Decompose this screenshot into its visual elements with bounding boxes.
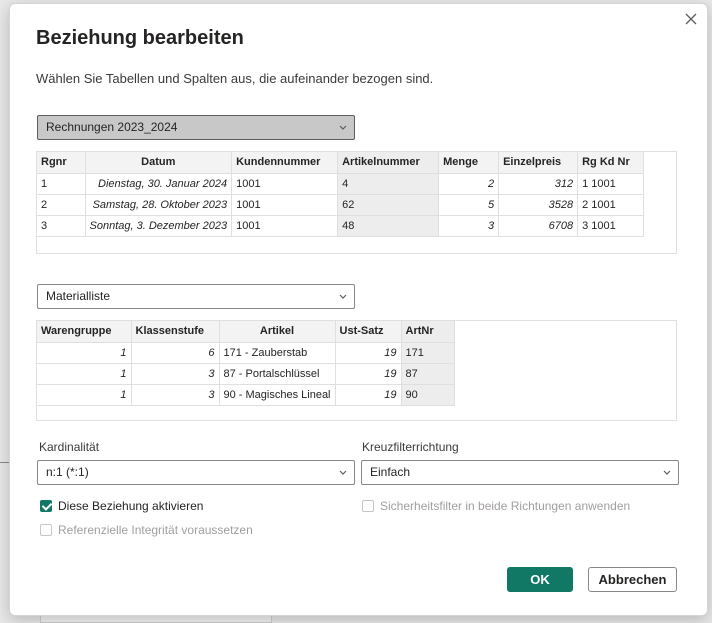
background-line [0,462,9,463]
cell: 171 [401,342,455,364]
column-header[interactable]: Ust-Satz [335,321,402,343]
column-header[interactable]: Einzelpreis [498,152,579,174]
chevron-down-icon [339,470,347,475]
table2-preview: Warengruppe Klassenstufe Artikel Ust-Sat… [36,320,677,421]
column-header[interactable]: Datum [85,152,233,174]
cell: 19 [335,384,402,406]
chevron-down-icon [339,125,347,130]
table-row: 3 Sonntag, 3. Dezember 2023 1001 48 3 67… [37,215,645,237]
cell: 2 [37,194,86,216]
cell: 4 [337,173,440,195]
cell: 1 [37,342,132,364]
cardinality-value: n:1 (*:1) [46,465,89,479]
cell: 1 [37,173,86,195]
cell: 90 - Magisches Lineal [219,384,336,406]
cardinality-dropdown[interactable]: n:1 (*:1) [37,460,355,485]
activate-label: Diese Beziehung aktivieren [58,499,204,513]
column-header[interactable]: Kundennummer [231,152,339,174]
activate-checkbox[interactable] [40,500,52,512]
cell: Samstag, 28. Oktober 2023 [85,194,233,216]
cell: 1001 [231,215,339,237]
chevron-down-icon [663,470,671,475]
cell: Dienstag, 30. Januar 2024 [85,173,233,195]
column-header[interactable]: Artikel [219,321,336,343]
ok-button[interactable]: OK [507,567,573,592]
table2-dropdown-value: Materialliste [46,289,111,303]
cell: 171 - Zauberstab [219,342,336,364]
cell: 87 [401,363,455,385]
referential-integrity-checkbox [40,524,52,536]
table1-header-row: Rgnr Datum Kundennummer Artikelnummer Me… [37,152,645,174]
cell: 1 [37,384,132,406]
cell: 312 [498,173,579,195]
referential-integrity-label: Referenzielle Integrität voraussetzen [58,523,253,537]
security-filter-option: Sicherheitsfilter in beide Richtungen an… [362,499,630,513]
cell: 19 [335,363,402,385]
cell: 2 1001 [577,194,645,216]
cell: 1 [37,363,132,385]
cell: 62 [337,194,440,216]
referential-integrity-option: Referenzielle Integrität voraussetzen [40,523,253,537]
column-header[interactable]: Menge [438,152,500,174]
cell: 3 [438,215,500,237]
table2-header-row: Warengruppe Klassenstufe Artikel Ust-Sat… [37,321,455,343]
table2-dropdown[interactable]: Materialliste [37,284,355,309]
edit-relationship-dialog: Beziehung bearbeiten Wählen Sie Tabellen… [9,3,708,616]
cell: 6 [131,342,220,364]
activate-relationship-option[interactable]: Diese Beziehung aktivieren [40,499,203,513]
crossfilter-dropdown[interactable]: Einfach [361,460,679,485]
cell: 2 [438,173,500,195]
table-row: 2 Samstag, 28. Oktober 2023 1001 62 5 35… [37,194,645,216]
cell: 90 [401,384,455,406]
cell: 3528 [498,194,579,216]
crossfilter-value: Einfach [370,465,411,479]
cell: 3 [37,215,86,237]
dialog-title: Beziehung bearbeiten [36,27,244,49]
table-row: 1 Dienstag, 30. Januar 2024 1001 4 2 312… [37,173,645,195]
security-filter-checkbox [362,500,374,512]
cardinality-label: Kardinalität [39,440,100,454]
table-row: 1 6 171 - Zauberstab 19 171 [37,342,455,364]
column-header[interactable]: Rg Kd Nr [577,152,645,174]
cell: 3 [131,363,220,385]
column-header[interactable]: Rgnr [37,152,86,174]
cancel-button[interactable]: Abbrechen [588,567,677,592]
cell: 87 - Portalschlüssel [219,363,336,385]
security-filter-label: Sicherheitsfilter in beide Richtungen an… [380,499,631,513]
cell: 1001 [231,194,339,216]
chevron-down-icon [339,294,347,299]
table1-dropdown-value: Rechnungen 2023_2024 [46,120,178,134]
cell: 1001 [231,173,339,195]
cell: 48 [337,215,440,237]
table1-preview: Rgnr Datum Kundennummer Artikelnummer Me… [36,151,677,254]
table-row: 1 3 87 - Portalschlüssel 19 87 [37,363,455,385]
cell: 3 1001 [577,215,645,237]
cell: 1 1001 [577,173,645,195]
cell: 6708 [498,215,579,237]
cell: 19 [335,342,402,364]
column-header-selected[interactable]: ArtNr [401,321,455,343]
cell: 5 [438,194,500,216]
close-icon[interactable] [682,10,700,28]
dialog-subtitle: Wählen Sie Tabellen und Spalten aus, die… [36,71,434,86]
crossfilter-label: Kreuzfilterrichtung [362,440,459,454]
cell: Sonntag, 3. Dezember 2023 [85,215,233,237]
cell: 3 [131,384,220,406]
table-row: 1 3 90 - Magisches Lineal 19 90 [37,384,455,406]
table1-dropdown[interactable]: Rechnungen 2023_2024 [37,115,355,140]
column-header-selected[interactable]: Artikelnummer [337,152,440,174]
column-header[interactable]: Klassenstufe [131,321,220,343]
column-header[interactable]: Warengruppe [37,321,132,343]
